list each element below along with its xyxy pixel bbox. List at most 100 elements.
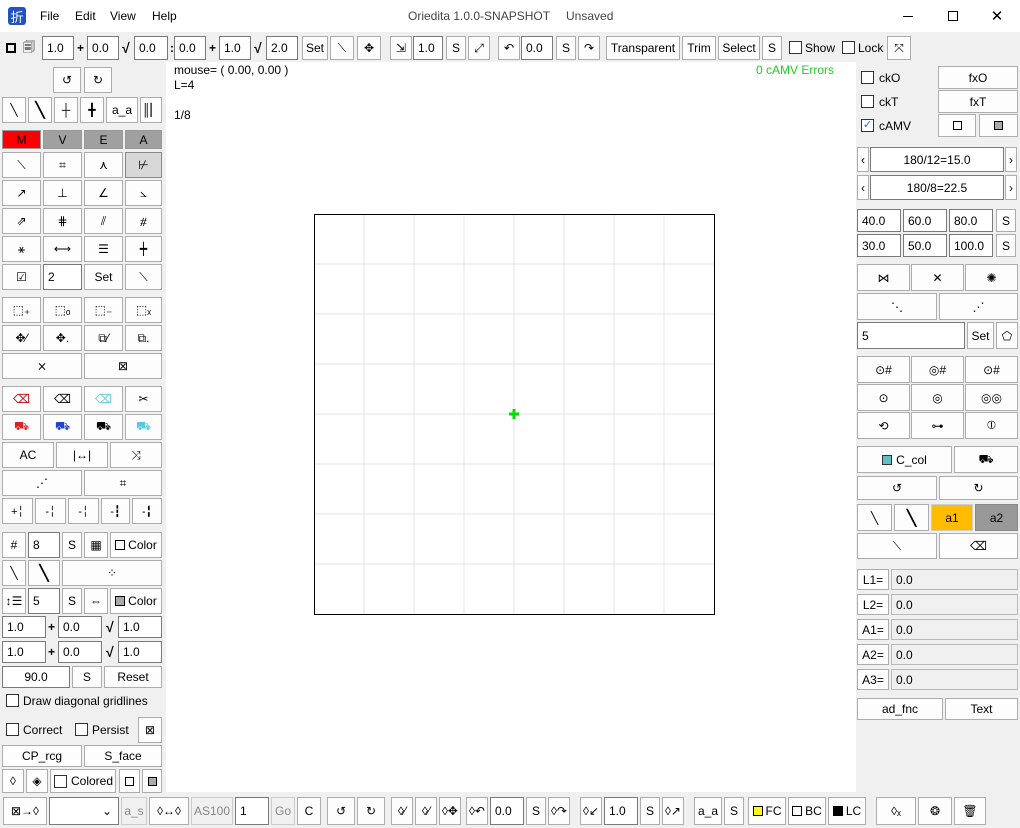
hatch-icon[interactable]: ⌗ [84,470,162,496]
angle-6-field[interactable]: 100.0 [949,234,993,257]
fold-tool2-icon[interactable]: ◊⁄ [415,797,437,825]
aux-redo-button[interactable]: ↻ [939,476,1018,500]
fold-to-icon[interactable]: ⊠→◊ [3,797,47,825]
circle-concentric-icon[interactable]: ◎ [911,384,964,411]
maximize-icon[interactable] [938,8,968,24]
two-points-icon[interactable]: ⋰ [939,293,1018,320]
menu-file[interactable]: File [40,8,59,24]
cross-lines-icon[interactable]: ⧣ [125,208,162,234]
fxt-button[interactable]: fxT [938,90,1018,113]
mode-a-tab[interactable]: A [125,130,162,149]
fold-s-button[interactable]: S [724,797,744,825]
select-cross-icon[interactable]: ⬚ₓ [125,297,162,323]
fold-delete-icon[interactable]: ◊ₓ [876,797,916,825]
copy-icon[interactable]: ⧉⁄ [84,325,123,351]
fold-redo-button[interactable]: ↻ [357,797,385,825]
s-face-button[interactable]: S_face [84,745,162,767]
copy-point-icon[interactable]: ⧉. [125,325,162,351]
persist-checkbox[interactable] [75,723,88,736]
circle-tangent-icon[interactable]: ⊶ [911,412,964,439]
trash-icon[interactable]: 🗑 [954,797,986,825]
grid-s-button[interactable]: S [62,532,82,558]
point-cross-icon[interactable]: ╋ [80,97,104,123]
paper-square[interactable] [314,214,715,615]
clipboard-icon[interactable]: 🗐 [20,36,38,60]
div1-field[interactable]: 180/12=15.0 [870,147,1004,172]
point-arrow-icon[interactable]: ⋱ [857,293,937,320]
flip-compare-icon[interactable]: ◊↔◊ [149,797,189,825]
grid-sqrt-field[interactable]: 0.0 [134,36,168,60]
rotate-left-icon[interactable]: ↶ [498,36,520,60]
fold-scale2-icon[interactable]: ◊↗ [662,797,684,825]
circle-double-icon[interactable]: ◎# [911,356,964,383]
grid-dy-field[interactable]: 0.0 [174,36,206,60]
back-icon[interactable] [142,769,162,793]
reset-button[interactable]: Reset [104,666,162,688]
fold-number-field[interactable]: 1 [235,797,269,825]
interval-spacing-icon[interactable]: ⇔ [84,588,108,614]
point-plus-icon[interactable]: +╎ [2,498,33,524]
grid-angle-field[interactable]: 90.0 [2,666,70,688]
grid-scale-field[interactable]: 1.0 [42,36,74,60]
menu-edit[interactable]: Edit [75,8,96,24]
brain-icon[interactable]: ❂ [918,797,952,825]
move-copy-icon[interactable]: ✥. [43,325,82,351]
segment-icon[interactable]: ⟍ [2,152,41,178]
ckt-checkbox[interactable] [861,95,874,108]
redo-button[interactable]: ↻ [84,67,112,93]
menu-view[interactable]: View [110,8,136,24]
fold-rotate2-icon[interactable]: ◊↷ [548,797,570,825]
fan-icon[interactable]: ⚹ [2,236,41,262]
fc-button[interactable]: FC [748,797,786,825]
grid-sqrt2-field[interactable]: 2.0 [266,36,298,60]
fold-undo-button[interactable]: ↺ [327,797,355,825]
angle-1-field[interactable]: 40.0 [857,209,901,232]
point-minus4-icon[interactable]: -╏ [132,498,162,524]
mode-m-tab[interactable]: M [2,130,41,149]
move-icon[interactable]: ✥ [357,36,381,60]
multi-extend-icon[interactable]: ⇗ [2,208,41,234]
front-icon[interactable] [119,769,140,793]
angle-icon[interactable]: ∠ [84,180,123,206]
scale-s-button[interactable]: S [446,36,466,60]
radial-icon[interactable]: ✺ [965,264,1018,291]
expand-icon[interactable]: ⤢ [468,36,490,60]
paint-blue-icon[interactable]: ⛟ [43,414,82,440]
fold-icon[interactable]: ⊠ [138,717,162,743]
camv-filled-button[interactable] [979,114,1018,137]
mode-v-tab[interactable]: V [43,130,82,149]
select-button[interactable]: Select [718,36,760,60]
matrix-3-field[interactable]: 1.0 [118,616,162,638]
rotate-right-icon[interactable]: ↷ [578,36,600,60]
text-button[interactable]: Text [945,698,1018,720]
matrix-4-field[interactable]: 1.0 [2,641,46,663]
lines-equal-icon[interactable]: ☰ [84,236,123,262]
circle-intersect-icon[interactable]: ⦶ [965,412,1018,439]
point-line-icon[interactable]: ⟍ [125,264,162,290]
angle-row2-s-button[interactable]: S [996,234,1016,257]
square-icon[interactable] [3,36,18,60]
minimize-icon[interactable] [893,8,923,24]
fold-aa-button[interactable]: a_a [694,797,722,825]
rotate-field[interactable]: 0.0 [521,36,553,60]
angle-bisect-icon[interactable]: ⊬ [125,152,162,178]
thick-line-icon[interactable]: ╲ [28,97,52,123]
angle-2-field[interactable]: 60.0 [903,209,947,232]
rotate-s-button[interactable]: S [556,36,576,60]
point-minus3-icon[interactable]: -┇ [101,498,130,524]
cp-rcg-button[interactable]: CP_rcg [2,745,82,767]
transparent-button[interactable]: Transparent [606,36,680,60]
flip-icon[interactable]: ⨯ [2,353,82,379]
division-set-button[interactable]: Set [84,264,123,290]
fxo-button[interactable]: fxO [938,66,1018,89]
eraser-cyan-icon[interactable]: ⌫ [84,386,123,412]
interval-icon[interactable]: ↕☰ [2,588,26,614]
division-count-field[interactable]: 2 [43,264,82,290]
ad-fnc-button[interactable]: ad_fnc [857,698,943,720]
dense-grid-icon[interactable]: ▦ [84,532,108,558]
lock-checkbox[interactable] [842,41,855,54]
perpendicular-icon[interactable]: ⊥ [43,180,82,206]
aux-segment-icon[interactable]: ⟍ [857,533,937,559]
paint-red-icon[interactable]: ⛟ [2,414,41,440]
thick-line-icon[interactable]: ╲ [28,560,60,586]
